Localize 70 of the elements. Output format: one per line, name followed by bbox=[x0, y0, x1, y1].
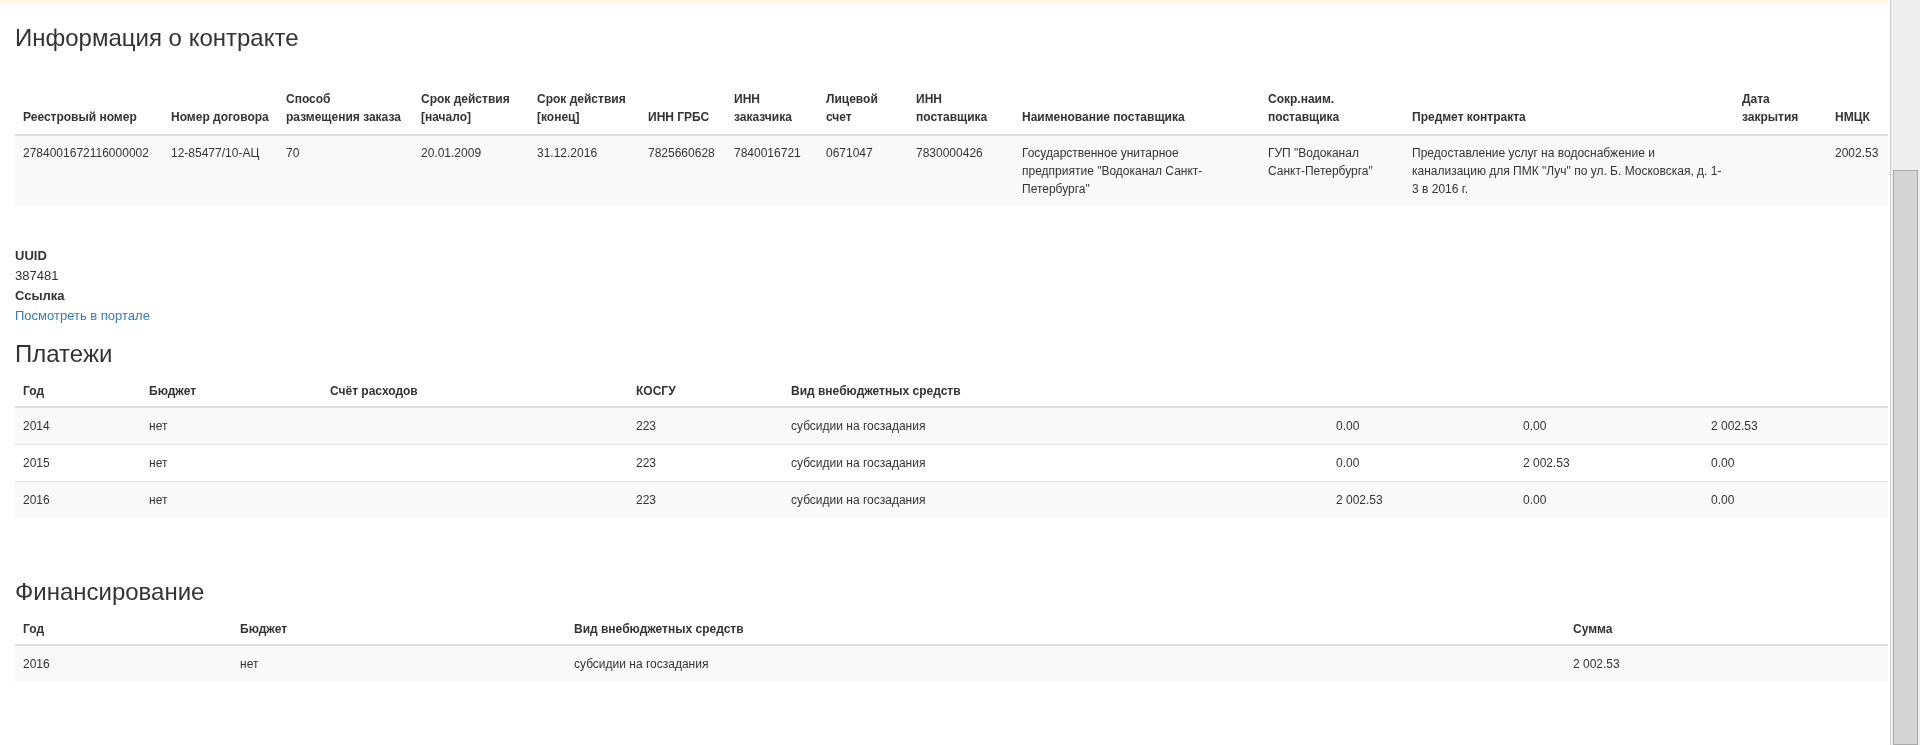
table-cell: 0.00 bbox=[1523, 419, 1547, 433]
table-cell: 2002.53 bbox=[1835, 146, 1879, 160]
portal-link[interactable]: Посмотреть в портале bbox=[15, 306, 150, 326]
column-header: Вид внебюджетных средств bbox=[791, 384, 961, 398]
field-value: 387481 bbox=[15, 267, 59, 285]
table-cell: 223 bbox=[636, 419, 657, 433]
column-header: Номер договора bbox=[171, 110, 269, 124]
table-cell: нет bbox=[240, 657, 259, 671]
column-header: ИНН заказчика bbox=[734, 92, 792, 124]
table-cell: 2784001672116000002 bbox=[23, 146, 149, 160]
table-cell: 12-85477/10-АЦ bbox=[171, 146, 260, 160]
table-cell: 223 bbox=[636, 493, 657, 507]
table-cell: 2 002.53 bbox=[1523, 456, 1570, 470]
table-cell: 31.12.2016 bbox=[537, 146, 598, 160]
column-header: ИНН поставщика bbox=[916, 92, 988, 124]
table-cell: 70 bbox=[286, 146, 300, 160]
table-cell: 0.00 bbox=[1336, 456, 1360, 470]
scrollbar[interactable] bbox=[1890, 0, 1920, 745]
table-cell: субсидии на госзадания bbox=[791, 456, 926, 470]
table-cell: 20.01.2009 bbox=[421, 146, 482, 160]
table-cell: 223 bbox=[636, 456, 657, 470]
table-cell: Государственное унитарное предприятие "Водоканал Санкт-Петербурга" bbox=[1022, 146, 1203, 196]
column-header: Лицевой счет bbox=[826, 92, 878, 124]
table-cell: 2015 bbox=[23, 456, 50, 470]
column-header: НМЦК bbox=[1835, 110, 1870, 124]
table-cell: 7840016721 bbox=[734, 146, 801, 160]
table-cell: 0.00 bbox=[1336, 419, 1360, 433]
column-header: Бюджет bbox=[149, 384, 197, 398]
column-header: Вид внебюджетных средств bbox=[574, 622, 744, 636]
table-cell: ГУП "Водоканал Санкт-Петербурга" bbox=[1268, 146, 1373, 178]
section-title: Финансирование bbox=[15, 578, 205, 605]
table-cell: 2014 bbox=[23, 419, 50, 433]
section-title: Информация о контракте bbox=[15, 24, 299, 51]
table-cell: субсидии на госзадания bbox=[574, 657, 709, 671]
column-header: Предмет контракта bbox=[1412, 110, 1526, 124]
column-header: Срок действия [конец] bbox=[537, 92, 626, 124]
column-header: Год bbox=[23, 384, 44, 398]
table-cell: 2016 bbox=[23, 657, 50, 671]
section-title: Платежи bbox=[15, 340, 113, 367]
column-header: Реестровый номер bbox=[23, 110, 137, 124]
column-header: Срок действия [начало] bbox=[421, 92, 510, 124]
table-cell: 0.00 bbox=[1711, 493, 1735, 507]
table-cell: 7830000426 bbox=[916, 146, 983, 160]
column-header: Наименование поставщика bbox=[1022, 110, 1185, 124]
table-cell: 2 002.53 bbox=[1711, 419, 1758, 433]
column-header: Год bbox=[23, 622, 44, 636]
table-cell: 0.00 bbox=[1523, 493, 1547, 507]
column-header: Счёт расходов bbox=[330, 384, 418, 398]
column-header: КОСГУ bbox=[636, 384, 676, 398]
table-cell: 0671047 bbox=[826, 146, 873, 160]
column-header: Сокр.наим. поставщика bbox=[1268, 92, 1340, 124]
table-cell: 0.00 bbox=[1711, 456, 1735, 470]
column-header: Способ размещения заказа bbox=[286, 92, 401, 124]
column-header: ИНН ГРБС bbox=[648, 110, 710, 124]
table-cell: субсидии на госзадания bbox=[791, 419, 926, 433]
table-cell: нет bbox=[149, 456, 168, 470]
table-cell: 7825660628 bbox=[648, 146, 715, 160]
table-cell: нет bbox=[149, 493, 168, 507]
column-header: Сумма bbox=[1573, 622, 1613, 636]
table-cell: Предоставление услуг на водоснабжение и канализацию для ПМК "Луч" по ул. Б. Московская, д. 1-3 в 2016 г. bbox=[1412, 146, 1722, 196]
scrollbar-thumb[interactable] bbox=[1893, 170, 1918, 745]
table-cell: 2 002.53 bbox=[1336, 493, 1383, 507]
table-cell: нет bbox=[149, 419, 168, 433]
table-cell: 2 002.53 bbox=[1573, 657, 1620, 671]
table-cell: 2016 bbox=[23, 493, 50, 507]
field-label: UUID bbox=[15, 247, 48, 265]
field-label: Ссылка bbox=[15, 287, 66, 305]
column-header: Бюджет bbox=[240, 622, 288, 636]
table-cell: субсидии на госзадания bbox=[791, 493, 926, 507]
column-header: Дата закрытия bbox=[1742, 92, 1799, 124]
